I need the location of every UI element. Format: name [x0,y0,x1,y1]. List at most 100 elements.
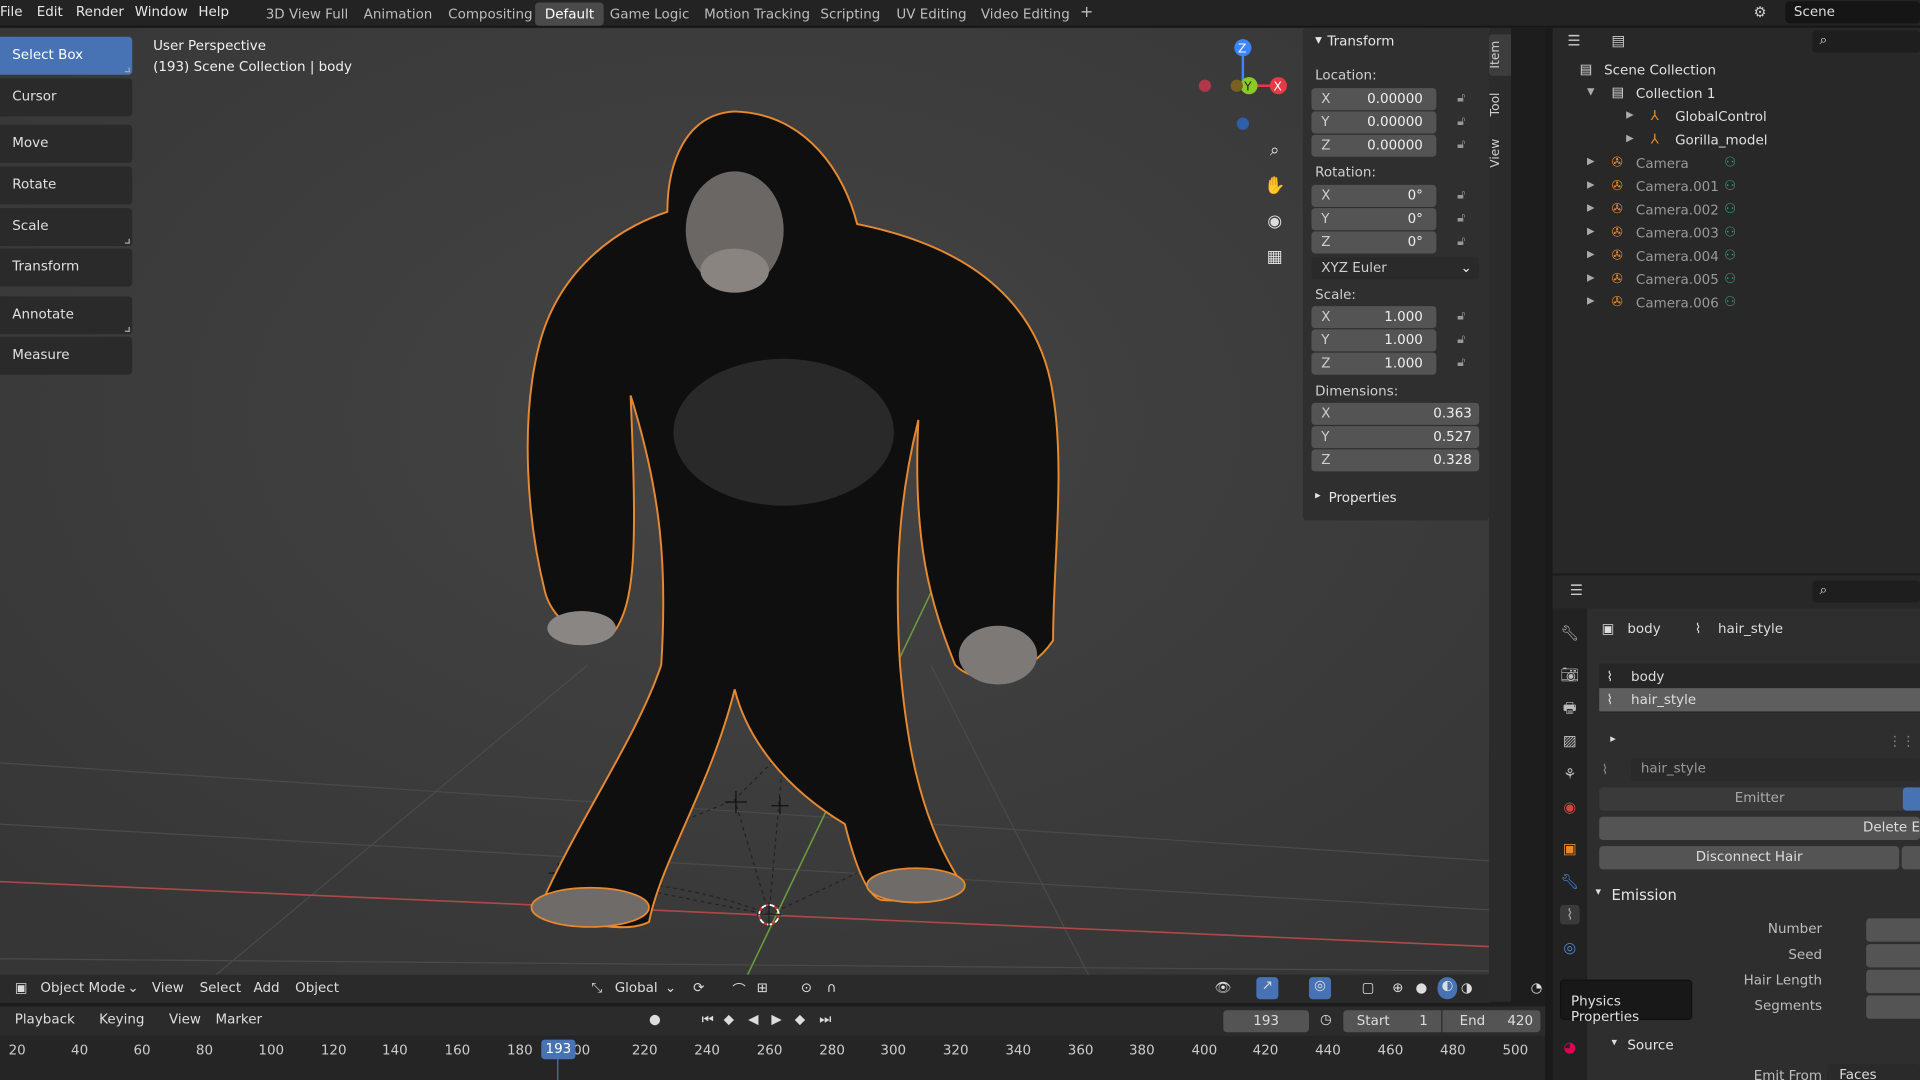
tool-move[interactable]: Move [0,124,133,163]
properties-expand-icon[interactable]: ▸ [1315,490,1321,502]
lock-icon[interactable]: 🔓︎ [1457,189,1472,204]
modifier-tab-icon[interactable]: 🔧︎ [1560,872,1580,892]
source-panel-title[interactable]: Source [1627,1037,1673,1053]
scene-icon[interactable]: ⚙ [1753,4,1766,21]
camera-data-icon[interactable]: ⚇ [1724,247,1736,263]
prev-keyframe-icon[interactable]: ◆ [724,1011,734,1027]
orientation-dropdown[interactable]: Global [615,980,658,996]
emitter-dropdown[interactable]: Emitter [1599,787,1920,811]
location-x-field[interactable]: X 0.00000 [1311,88,1437,111]
scale-y-field[interactable]: Y 1.000 [1311,329,1437,352]
snap-magnet-icon[interactable]: ⌒ [732,980,745,1000]
timeline-ruler[interactable]: 20 40 60 80 100 120 140 160 180 00 220 240 260 280 300… [0,1035,1546,1080]
play-icon[interactable]: ▶ [771,1011,781,1027]
seed-field[interactable] [1866,944,1920,968]
tab-scripting[interactable]: Scripting [811,2,890,25]
delete-edit-button[interactable]: Delete E [1599,816,1920,841]
tool-scale[interactable]: Scale [0,208,133,247]
wireframe-shading-icon[interactable]: ⊕ [1392,980,1403,996]
menu-timeline-view[interactable]: View [169,1011,201,1027]
tab-compositing[interactable]: Compositing [438,2,542,25]
area-divider[interactable] [1545,28,1553,1080]
lock-icon[interactable]: 🔓︎ [1457,138,1472,153]
outliner-row[interactable]: ▶ ✇ Camera.004 ⚇ [1553,245,1920,268]
world-tab-icon[interactable]: ◉ [1560,797,1580,817]
tab-video-editing[interactable]: Video Editing [971,2,1080,25]
menu-marker[interactable]: Marker [216,1011,263,1027]
falloff-icon[interactable]: ∩ [827,980,837,996]
camera-data-icon[interactable]: ⚇ [1724,294,1736,310]
tool-measure[interactable]: Measure [0,336,133,375]
emit-from-dropdown[interactable]: Faces [1826,1064,1920,1080]
playhead[interactable]: 193 [541,1039,576,1060]
tab-default[interactable]: Default [535,2,604,26]
menu-render[interactable]: Render [76,4,124,20]
dimensions-z-field[interactable]: Z 0.328 [1311,449,1480,472]
outliner-row[interactable]: ▶ ✇ Camera ⚇ [1553,152,1920,175]
tool-cursor[interactable]: Cursor [0,78,133,117]
end-frame-field[interactable]: End 420 [1442,1010,1541,1033]
overlays-icon[interactable]: ◎ [1308,977,1332,1000]
pivot-icon[interactable]: ⟳ [693,980,704,996]
hair-toggle[interactable] [1902,787,1920,811]
ortho-grid-icon[interactable]: ▦ [1259,241,1291,273]
menu-add[interactable]: Add [253,980,279,996]
scene-selector[interactable]: Scene [1785,1,1920,24]
camera-data-icon[interactable]: ⚇ [1724,154,1736,170]
display-mode-icon[interactable]: ▤ [1611,32,1625,49]
rotation-z-field[interactable]: Z 0° [1311,231,1437,254]
outliner-row[interactable]: ▶ ✇ Camera.006 ⚇ [1553,291,1920,314]
camera-data-icon[interactable]: ⚇ [1724,178,1736,194]
xray-icon[interactable]: ▢ [1362,980,1375,996]
menu-file[interactable]: File [0,4,23,20]
scale-z-field[interactable]: Z 1.000 [1311,352,1437,375]
gizmo-toggle-icon[interactable]: ↗ [1256,977,1279,1000]
tab-animation[interactable]: Animation [354,2,442,25]
tab-uv-editing[interactable]: UV Editing [887,2,977,25]
particles-tab-icon[interactable]: ⌇ [1560,904,1580,925]
play-reverse-icon[interactable]: ◀ [748,1011,758,1027]
render-tab-icon[interactable]: 📷︎ [1560,665,1580,685]
outliner-row[interactable]: ▶ ⅄ GlobalControl [1553,105,1920,128]
collapse-arrow-icon[interactable]: ▼ [1587,86,1595,97]
dimensions-x-field[interactable]: X 0.363 [1311,402,1480,425]
outliner-row[interactable]: ▶ ✇ Camera.005 ⚇ [1553,268,1920,291]
physics-tab-icon[interactable]: ◎ [1560,938,1580,958]
menu-edit[interactable]: Edit [37,4,63,20]
emission-panel-title[interactable]: Emission [1611,887,1676,904]
tool-transform[interactable]: Transform [0,248,133,287]
properties-panel-title[interactable]: Properties [1329,490,1397,506]
pan-hand-icon[interactable]: ✋ [1259,170,1291,202]
3d-viewport[interactable]: Z X Y Select Box Cursor Move Rotate Scal… [0,28,1489,1002]
outliner-row[interactable]: ▶ ✇ Camera.001 ⚇ [1553,175,1920,198]
transform-collapse-icon[interactable]: ▾ [1315,32,1322,48]
tab-item[interactable]: Item [1488,34,1512,76]
rendered-shading-icon[interactable]: ◑ [1461,980,1473,996]
lock-icon[interactable]: 🔓︎ [1457,235,1472,250]
output-tab-icon[interactable]: 🖶︎ [1560,698,1580,718]
tab-3d-view-full[interactable]: 3D View Full [256,2,358,25]
camera-view-icon[interactable]: ◉ [1259,206,1291,238]
rotation-x-field[interactable]: X 0° [1311,184,1437,207]
rotation-mode-dropdown[interactable]: XYZ Euler ⌄ [1311,257,1480,280]
settings-name-field[interactable]: hair_style [1631,757,1920,782]
expand-arrow-icon[interactable]: ▶ [1587,156,1595,167]
menu-window[interactable]: Window [135,4,188,20]
outliner-row[interactable]: ▤ Scene Collection [1553,59,1920,82]
tab-view[interactable]: View [1489,133,1511,172]
camera-data-icon[interactable]: ⚇ [1724,201,1736,217]
object-mode-dropdown[interactable]: Object Mode [40,980,125,996]
tab-game-logic[interactable]: Game Logic [600,2,699,25]
menu-keying[interactable]: Keying [99,1011,144,1027]
expand-icon[interactable]: ▸ [1610,733,1616,745]
location-z-field[interactable]: Z 0.00000 [1311,134,1437,157]
scene-tab-icon[interactable]: ⚘ [1560,764,1580,784]
visibility-icon[interactable]: 👁︎ [1215,980,1232,996]
dimensions-y-field[interactable]: Y 0.527 [1311,426,1480,449]
add-workspace-button[interactable]: + [1070,0,1103,23]
menu-playback[interactable]: Playback [15,1011,75,1027]
tool-select-box[interactable]: Select Box [0,36,133,75]
outliner-row[interactable]: ▶ ✇ Camera.002 ⚇ [1553,198,1920,221]
lock-icon[interactable]: 🔓︎ [1457,92,1472,107]
jump-start-icon[interactable]: ⏮ [702,1011,714,1028]
